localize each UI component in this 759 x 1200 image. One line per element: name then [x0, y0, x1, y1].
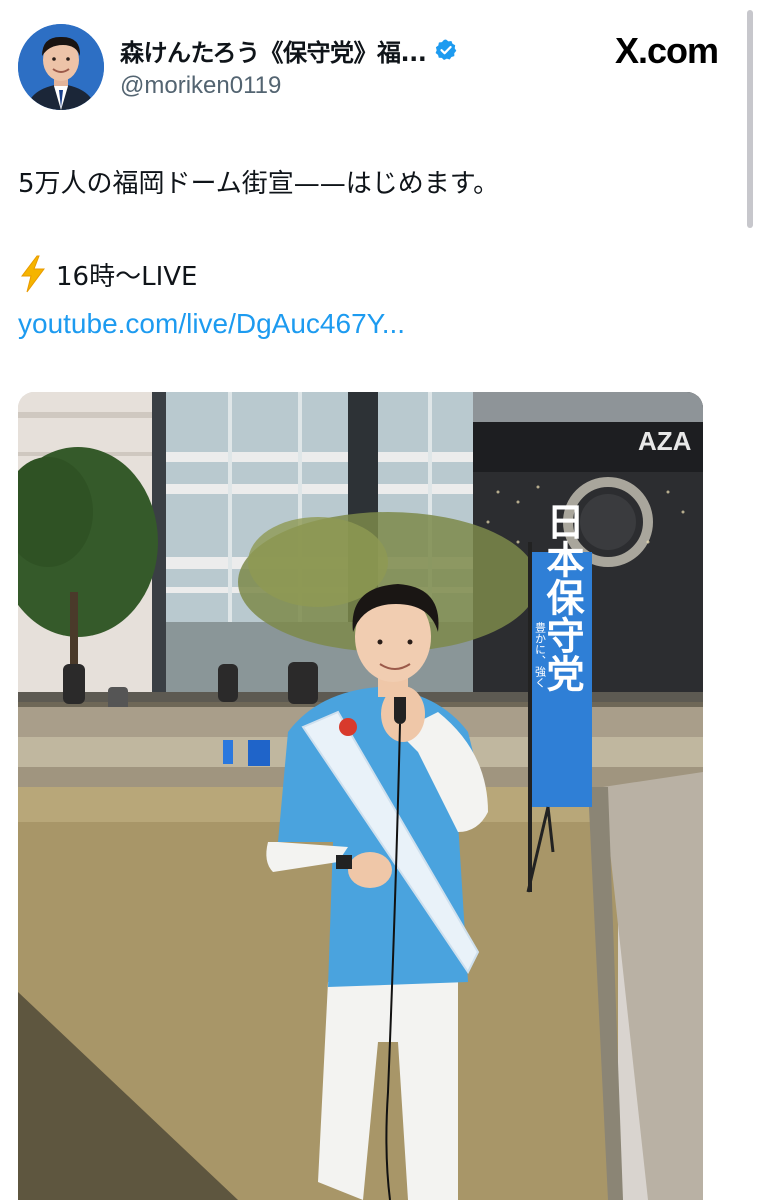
building-sign: AZA [638, 426, 692, 456]
author-handle[interactable]: @moriken0119 [120, 72, 458, 100]
site-name: X.com [614, 30, 719, 71]
avatar[interactable] [18, 24, 104, 110]
lightning-icon [21, 255, 45, 293]
post-media-image[interactable]: AZA 日本保守党 豊かに、強く [18, 392, 703, 1200]
post-text-line1: 5万人の福岡ドーム街宣——はじめます。 [18, 169, 500, 199]
media-photo: AZA 日本保守党 豊かに、強く [18, 392, 703, 1200]
author-info[interactable]: 森けんたろう《保守党》福... @moriken0119 [120, 32, 458, 100]
banner-text: 日本保守党 [540, 502, 584, 692]
x-logo-icon[interactable]: X.com [614, 30, 719, 72]
post-header: 森けんたろう《保守党》福... @moriken0119 X.com [18, 24, 728, 114]
post-text-line2: 16時〜LIVE [56, 261, 198, 292]
display-name[interactable]: 森けんたろう《保守党》福... [120, 33, 427, 68]
post-text-line2-row: 16時〜LIVE [18, 255, 197, 293]
avatar-image [18, 24, 104, 110]
youtube-link[interactable]: youtube.com/live/DgAuc467Y... [18, 308, 405, 340]
verified-badge-icon [436, 39, 457, 60]
scrollbar[interactable] [747, 10, 753, 228]
name-row: 森けんたろう《保守党》福... [120, 32, 458, 68]
banner-subtext: 豊かに、強く [534, 622, 547, 688]
